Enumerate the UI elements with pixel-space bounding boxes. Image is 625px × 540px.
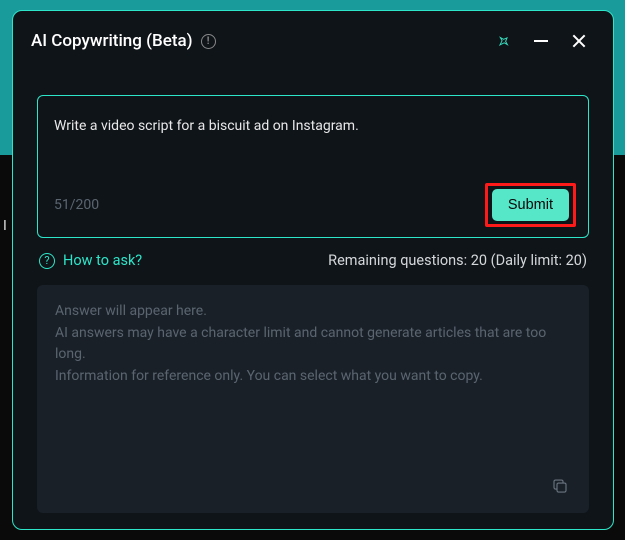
close-button[interactable] xyxy=(563,25,595,57)
how-to-ask-link[interactable]: ? How to ask? xyxy=(39,252,142,269)
copywriting-modal: AI Copywriting (Beta) ! Write a video sc… xyxy=(12,10,614,530)
answer-placeholder: Answer will appear here. AI answers may … xyxy=(55,301,571,388)
remaining-questions: Remaining questions: 20 (Daily limit: 20… xyxy=(328,252,587,269)
close-icon xyxy=(571,33,587,49)
copy-icon xyxy=(551,477,569,495)
modal-title: AI Copywriting (Beta) xyxy=(31,31,193,51)
hint-row: ? How to ask? Remaining questions: 20 (D… xyxy=(37,252,589,269)
copy-button[interactable] xyxy=(551,477,575,501)
answer-line-1: Answer will appear here. xyxy=(55,301,571,323)
pin-icon[interactable] xyxy=(487,25,519,57)
submit-highlight: Submit xyxy=(485,183,576,227)
prompt-text[interactable]: Write a video script for a biscuit ad on… xyxy=(54,116,572,137)
input-footer: 51/200 Submit xyxy=(54,183,576,227)
prompt-input-card[interactable]: Write a video script for a biscuit ad on… xyxy=(37,95,589,238)
modal-header: AI Copywriting (Beta) ! xyxy=(13,11,613,67)
info-icon[interactable]: ! xyxy=(201,34,216,49)
submit-button[interactable]: Submit xyxy=(492,189,569,221)
background-stray-text: I xyxy=(3,218,7,234)
answer-line-3: Information for reference only. You can … xyxy=(55,366,571,388)
minimize-icon xyxy=(534,40,548,42)
minimize-button[interactable] xyxy=(525,25,557,57)
char-counter: 51/200 xyxy=(54,197,99,213)
answer-card: Answer will appear here. AI answers may … xyxy=(37,285,589,513)
help-icon: ? xyxy=(39,253,55,269)
answer-line-2: AI answers may have a character limit an… xyxy=(55,323,571,366)
modal-body: Write a video script for a biscuit ad on… xyxy=(13,67,613,529)
how-to-ask-label: How to ask? xyxy=(63,252,142,269)
